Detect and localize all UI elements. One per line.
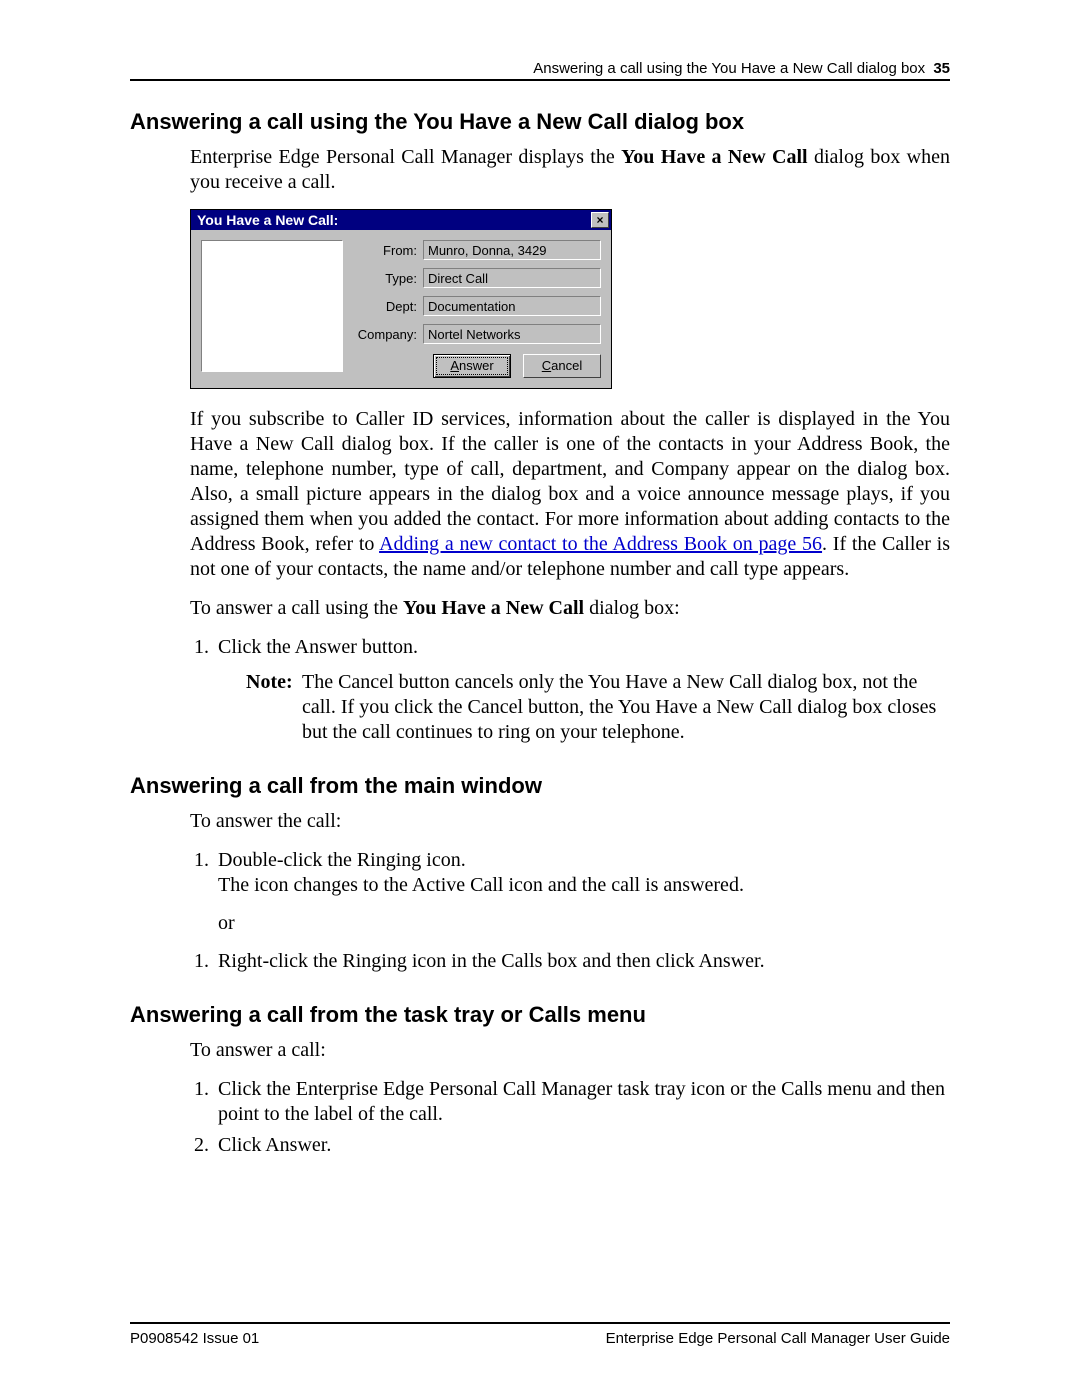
text-bold: Answer: [265, 1134, 326, 1156]
cancel-button-rest: ancel: [551, 358, 582, 373]
list-item: Right-click the Ringing icon in the Call…: [214, 949, 950, 974]
dept-value: Documentation: [423, 296, 601, 316]
section2-steps-b: Right-click the Ringing icon in the Call…: [190, 949, 950, 974]
section1-steps: Click the Answer button. Note: The Cance…: [190, 635, 950, 745]
from-value: Munro, Donna, 3429: [423, 240, 601, 260]
text-bold: You Have a New Call: [403, 597, 584, 619]
caller-photo-placeholder: [201, 240, 343, 372]
company-value: Nortel Networks: [423, 324, 601, 344]
xref-adding-contact[interactable]: Adding a new contact to the Address Book…: [379, 533, 822, 555]
text-bold: Answer: [698, 950, 759, 972]
type-value: Direct Call: [423, 268, 601, 288]
new-call-dialog: You Have a New Call: × From: Munro, Donn…: [190, 209, 612, 389]
running-header: Answering a call using the You Have a Ne…: [130, 60, 950, 81]
text-bold: Answer: [295, 636, 357, 658]
text-fragment: dialog box:: [584, 597, 680, 619]
list-item: Click the Answer button. Note: The Cance…: [214, 635, 950, 745]
section-heading-3: Answering a call from the task tray or C…: [130, 1002, 950, 1028]
section-heading-2: Answering a call from the main window: [130, 773, 950, 799]
dept-label: Dept:: [353, 299, 417, 314]
field-type: Type: Direct Call: [353, 268, 601, 288]
field-from: From: Munro, Donna, 3429: [353, 240, 601, 260]
section-heading-1: Answering a call using the You Have a Ne…: [130, 109, 950, 135]
text-fragment: Click the Enterprise Edge Personal Call …: [218, 1078, 781, 1100]
text-fragment: button.: [357, 636, 418, 658]
section2-steps-a: Double-click the Ringing icon. The icon …: [190, 848, 950, 898]
cancel-button[interactable]: Cancel: [523, 354, 601, 378]
section1-intro: Enterprise Edge Personal Call Manager di…: [190, 145, 950, 195]
company-label: Company:: [353, 327, 417, 342]
section3-steps: Click the Enterprise Edge Personal Call …: [190, 1077, 950, 1158]
field-dept: Dept: Documentation: [353, 296, 601, 316]
text-bold: Calls: [781, 1078, 822, 1100]
dialog-titlebar: You Have a New Call: ×: [191, 210, 611, 230]
footer-left: P0908542 Issue 01: [130, 1330, 259, 1347]
close-icon[interactable]: ×: [591, 212, 609, 228]
field-company: Company: Nortel Networks: [353, 324, 601, 344]
running-title: Answering a call using the You Have a Ne…: [533, 60, 925, 77]
section1-para2: If you subscribe to Caller ID services, …: [190, 407, 950, 582]
text-fragment: Right-click the Ringing icon in the Call…: [218, 950, 698, 972]
from-label: From:: [353, 243, 417, 258]
page-footer: P0908542 Issue 01 Enterprise Edge Person…: [130, 1322, 950, 1347]
note-label: Note:: [246, 670, 302, 745]
list-item: Double-click the Ringing icon. The icon …: [214, 848, 950, 898]
text-fragment: Click: [218, 1134, 265, 1156]
text-fragment: .: [760, 950, 765, 972]
dialog-title: You Have a New Call:: [197, 212, 338, 228]
section3-intro: To answer a call:: [190, 1038, 950, 1063]
answer-button-rest: nswer: [459, 358, 494, 373]
text-fragment: Enterprise Edge Personal Call Manager di…: [190, 146, 621, 168]
answer-button[interactable]: Answer: [433, 354, 511, 378]
footer-right: Enterprise Edge Personal Call Manager Us…: [606, 1330, 950, 1347]
type-label: Type:: [353, 271, 417, 286]
section2-intro: To answer the call:: [190, 809, 950, 834]
note-block: Note: The Cancel button cancels only the…: [246, 670, 950, 745]
text-fragment: To answer a call using the: [190, 597, 403, 619]
or-separator: or: [218, 912, 950, 935]
list-item: Click the Enterprise Edge Personal Call …: [214, 1077, 950, 1127]
text-fragment: Click the: [218, 636, 295, 658]
section1-para3: To answer a call using the You Have a Ne…: [190, 596, 950, 621]
text-bold: You Have a New Call: [621, 146, 808, 168]
text-fragment: The icon changes to the Active Call icon…: [218, 874, 744, 896]
text-fragment: Double-click the Ringing icon.: [218, 849, 466, 871]
text-fragment: .: [326, 1134, 331, 1156]
list-item: Click Answer.: [214, 1133, 950, 1158]
note-text: The Cancel button cancels only the You H…: [302, 670, 950, 745]
page-number: 35: [933, 60, 950, 77]
